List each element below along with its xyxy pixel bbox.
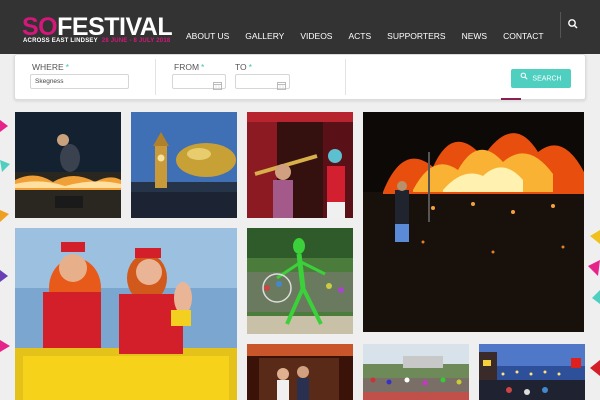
main-nav: ABOUT US GALLERY VIDEOS ACTS SUPPORTERS …: [178, 0, 552, 54]
search-button[interactable]: SEARCH: [511, 69, 571, 88]
nav-news[interactable]: NEWS: [454, 0, 496, 54]
gallery-photo-insect-stiltwalker[interactable]: [247, 228, 353, 334]
calendar-icon[interactable]: [277, 77, 286, 90]
event-filter-bar: WHERE * Skegness FROM * TO * SEARCH: [14, 54, 586, 100]
festival-logo[interactable]: SOFESTIVAL ACROSS EAST LINDSEY 28 JUNE - …: [22, 14, 178, 48]
nav-supporters[interactable]: SUPPORTERS: [379, 0, 453, 54]
search-button-label: SEARCH: [532, 75, 562, 83]
filter-divider: [155, 59, 156, 95]
search-icon[interactable]: [566, 17, 580, 31]
accent-bar: [501, 98, 521, 100]
gallery-photo-trumpet-performers[interactable]: [247, 112, 353, 218]
gallery-photo-clock-tower[interactable]: [131, 112, 237, 218]
to-label: TO *: [235, 62, 252, 72]
calendar-icon[interactable]: [213, 77, 222, 90]
gallery-photo-fire-sculpture[interactable]: [363, 112, 584, 332]
gallery-photo-stage-performers[interactable]: [247, 344, 353, 400]
confetti-decoration: [0, 120, 10, 352]
gallery-photo-seafront-lights[interactable]: [479, 344, 585, 400]
gallery-photo-seafront-crowd[interactable]: [363, 344, 469, 400]
nav-gallery[interactable]: GALLERY: [237, 0, 292, 54]
logo-so: SO: [22, 13, 58, 41]
nav-about-us[interactable]: ABOUT US: [178, 0, 237, 54]
logo-subtitle: ACROSS EAST LINDSEY: [23, 38, 98, 44]
gallery-photo-fire-performer[interactable]: [15, 112, 121, 218]
logo-dates: 28 JUNE - 8 JULY 2018: [101, 38, 171, 44]
logo-festival: FESTIVAL: [57, 13, 173, 41]
where-label: WHERE *: [32, 62, 69, 72]
gallery-photo-pedalo-performers[interactable]: [15, 228, 237, 400]
where-field[interactable]: Skegness: [30, 74, 129, 89]
logo-tagline: ACROSS EAST LINDSEY 28 JUNE - 8 JULY 2018: [23, 38, 170, 44]
search-icon: [520, 69, 528, 88]
nav-videos[interactable]: VIDEOS: [292, 0, 340, 54]
nav-acts[interactable]: ACTS: [340, 0, 379, 54]
nav-contact[interactable]: CONTACT: [495, 0, 551, 54]
header-divider: [560, 12, 561, 38]
logo-wordmark: SOFESTIVAL: [22, 13, 173, 41]
from-label: FROM *: [174, 62, 205, 72]
confetti-decoration: [588, 230, 600, 376]
filter-divider: [345, 59, 346, 95]
site-header: SOFESTIVAL ACROSS EAST LINDSEY 28 JUNE - …: [0, 0, 600, 54]
